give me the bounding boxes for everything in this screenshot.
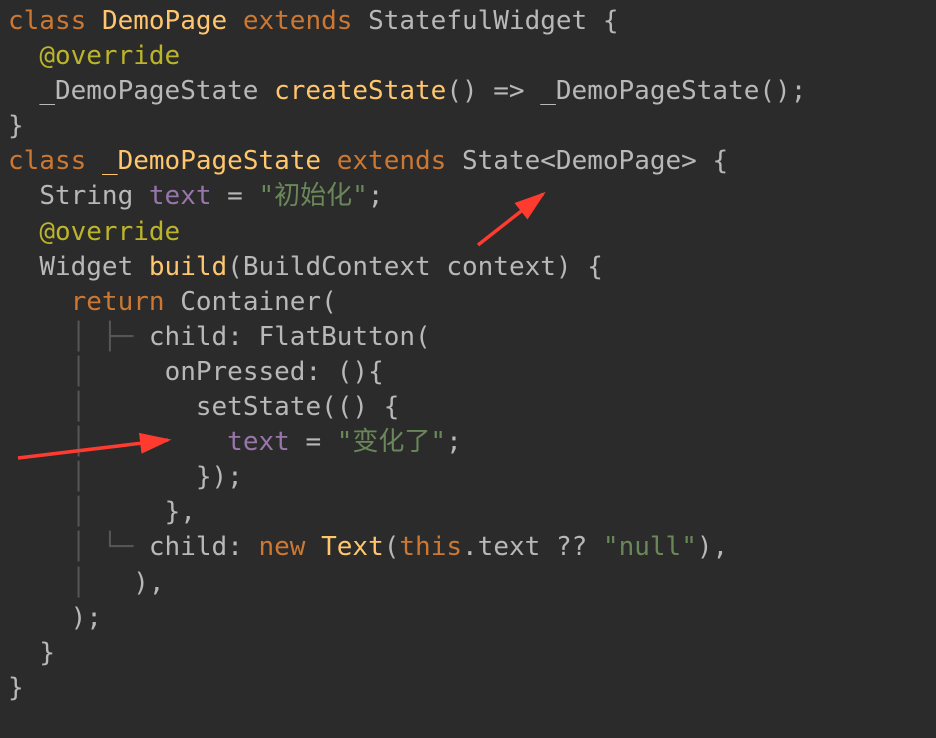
tree-branch-icon: ├─ — [102, 322, 133, 352]
semi: ; — [446, 427, 462, 457]
brace-close: } — [39, 638, 55, 668]
field-text: text — [149, 181, 212, 211]
string-literal: "初始化" — [258, 181, 367, 211]
tree-guide-icon: │ — [71, 392, 134, 422]
close: ), — [133, 568, 164, 598]
tree-guide-icon: │ — [71, 532, 102, 562]
ctor-container: Container — [180, 287, 321, 317]
brace-open: { — [603, 6, 619, 36]
paren-open: ( — [321, 287, 337, 317]
keyword-this: this — [399, 532, 462, 562]
tree-guide-icon: │ — [71, 322, 102, 352]
tree-guide-icon: │ — [71, 427, 134, 457]
angle-close: > — [681, 146, 697, 176]
field-text: text — [227, 427, 290, 457]
keyword-new: new — [259, 532, 306, 562]
tree-guide-icon: │ — [71, 568, 102, 598]
colon: : — [227, 322, 258, 352]
semi: (); — [759, 76, 806, 106]
arg-onpressed: onPressed — [165, 357, 306, 387]
return-type-widget: Widget — [39, 252, 133, 282]
string-literal: "变化了" — [337, 427, 446, 457]
paren-lambda: (() { — [321, 392, 399, 422]
paren: ( — [227, 252, 243, 282]
tree-guide-icon: │ — [71, 462, 134, 492]
annotation-override: @override — [39, 41, 180, 71]
keyword-class: class — [8, 146, 86, 176]
angle-open: < — [540, 146, 556, 176]
class-name-demopage: DemoPage — [102, 6, 227, 36]
type-statefulwidget: StatefulWidget — [368, 6, 587, 36]
keyword-extends: extends — [337, 146, 447, 176]
tree-branch-end-icon: └─ — [102, 532, 133, 562]
arg-child: child — [149, 532, 227, 562]
close: ); — [71, 603, 102, 633]
class-name-state: _DemoPageState — [102, 146, 321, 176]
method-createstate: createState — [274, 76, 446, 106]
paren-close: ), — [697, 532, 728, 562]
ctor-text: Text — [321, 532, 384, 562]
call-setstate: setState — [196, 392, 321, 422]
tree-guide-icon: │ — [71, 357, 134, 387]
keyword-extends: extends — [243, 6, 353, 36]
ctor-call: _DemoPageState — [540, 76, 759, 106]
paren-brace: ) { — [556, 252, 603, 282]
return-type: _DemoPageState — [39, 76, 258, 106]
close: }, — [165, 497, 196, 527]
brace-close: } — [8, 111, 24, 141]
keyword-class: class — [8, 6, 86, 36]
expr: .text ?? — [462, 532, 603, 562]
type-param: DemoPage — [556, 146, 681, 176]
lambda-open: : (){ — [305, 357, 383, 387]
method-build: build — [149, 252, 227, 282]
paren-open: ( — [415, 322, 431, 352]
semi: ; — [368, 181, 384, 211]
close: }); — [196, 462, 243, 492]
equals: = — [290, 427, 337, 457]
param-type: BuildContext — [243, 252, 431, 282]
arg-child: child — [149, 322, 227, 352]
lambda: () => — [446, 76, 524, 106]
colon: : — [227, 532, 258, 562]
ctor-flatbutton: FlatButton — [259, 322, 416, 352]
keyword-return: return — [71, 287, 165, 317]
type-state: State — [462, 146, 540, 176]
param-name: context — [431, 252, 556, 282]
string-literal: "null" — [603, 532, 697, 562]
brace-open: { — [712, 146, 728, 176]
tree-guide-icon: │ — [71, 497, 134, 527]
type-string: String — [39, 181, 133, 211]
annotation-override: @override — [39, 217, 180, 247]
brace-close: } — [8, 673, 24, 703]
equals: = — [212, 181, 259, 211]
paren-open: ( — [384, 532, 400, 562]
code-editor[interactable]: class DemoPage extends StatefulWidget { … — [0, 0, 936, 710]
